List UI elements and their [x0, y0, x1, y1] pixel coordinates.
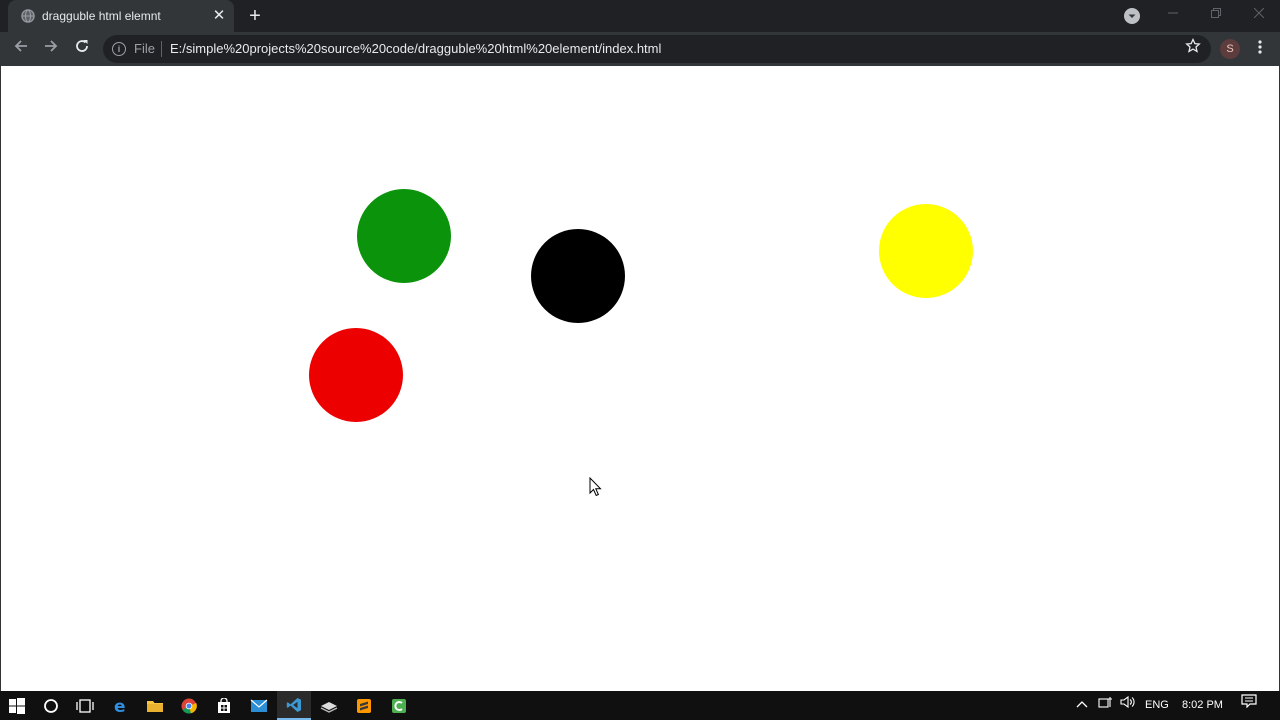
- file-explorer-icon[interactable]: [138, 691, 172, 720]
- address-bar[interactable]: i File E:/simple%20projects%20source%20c…: [103, 35, 1211, 63]
- sublime-icon[interactable]: [347, 691, 381, 720]
- screen: dragguble html elemnt ✕ + i File E:/simp…: [0, 0, 1280, 720]
- volume-icon[interactable]: [1120, 691, 1136, 720]
- chrome-icon[interactable]: [172, 691, 206, 720]
- profile-avatar[interactable]: S: [1220, 39, 1240, 59]
- edge-icon[interactable]: e: [104, 691, 138, 720]
- info-icon[interactable]: i: [112, 42, 126, 56]
- browser-tab-strip: dragguble html elemnt ✕ +: [0, 0, 1280, 32]
- page-viewport: [0, 66, 1280, 691]
- cortana-icon[interactable]: [34, 691, 68, 720]
- windows-taskbar: e ENG 8:02 PM: [0, 691, 1280, 720]
- forward-arrow-icon[interactable]: [39, 37, 63, 61]
- windows-start-icon[interactable]: [0, 691, 34, 720]
- close-tab-icon[interactable]: ✕: [210, 7, 228, 25]
- svg-text:e: e: [114, 697, 126, 715]
- vscode-icon[interactable]: [277, 691, 311, 720]
- reload-icon[interactable]: [70, 37, 94, 61]
- red-ball[interactable]: [309, 328, 403, 422]
- minimize-window-icon[interactable]: [1152, 0, 1194, 30]
- yellow-ball[interactable]: [879, 204, 973, 298]
- task-view-icon[interactable]: [68, 691, 102, 720]
- scheme-label: File: [134, 41, 155, 56]
- store-icon[interactable]: [207, 691, 241, 720]
- close-window-icon[interactable]: [1238, 0, 1280, 30]
- tab-search-icon[interactable]: [1124, 8, 1140, 24]
- back-arrow-icon[interactable]: [9, 37, 33, 61]
- app-icon[interactable]: [312, 691, 346, 720]
- new-tab-button[interactable]: +: [244, 5, 266, 27]
- browser-tab[interactable]: dragguble html elemnt ✕: [8, 0, 234, 32]
- show-hidden-icons-icon[interactable]: [1076, 691, 1088, 720]
- network-icon[interactable]: [1098, 691, 1114, 720]
- mail-icon[interactable]: [242, 691, 276, 720]
- clock[interactable]: 8:02 PM: [1182, 691, 1223, 720]
- globe-icon: [21, 9, 35, 23]
- restore-window-icon[interactable]: [1195, 0, 1237, 30]
- tab-title: dragguble html elemnt: [42, 9, 161, 23]
- language-indicator[interactable]: ENG: [1145, 691, 1169, 720]
- camtasia-icon[interactable]: [382, 691, 416, 720]
- bookmark-star-icon[interactable]: [1185, 37, 1201, 59]
- action-center-icon[interactable]: [1241, 691, 1257, 720]
- url-text[interactable]: E:/simple%20projects%20source%20code/dra…: [170, 41, 661, 56]
- kebab-menu-icon[interactable]: [1250, 37, 1270, 61]
- omnibox-separator: [161, 41, 162, 57]
- green-ball[interactable]: [357, 189, 451, 283]
- black-ball[interactable]: [531, 229, 625, 323]
- browser-toolbar: i File E:/simple%20projects%20source%20c…: [0, 32, 1280, 66]
- mouse-cursor-icon: [589, 477, 602, 497]
